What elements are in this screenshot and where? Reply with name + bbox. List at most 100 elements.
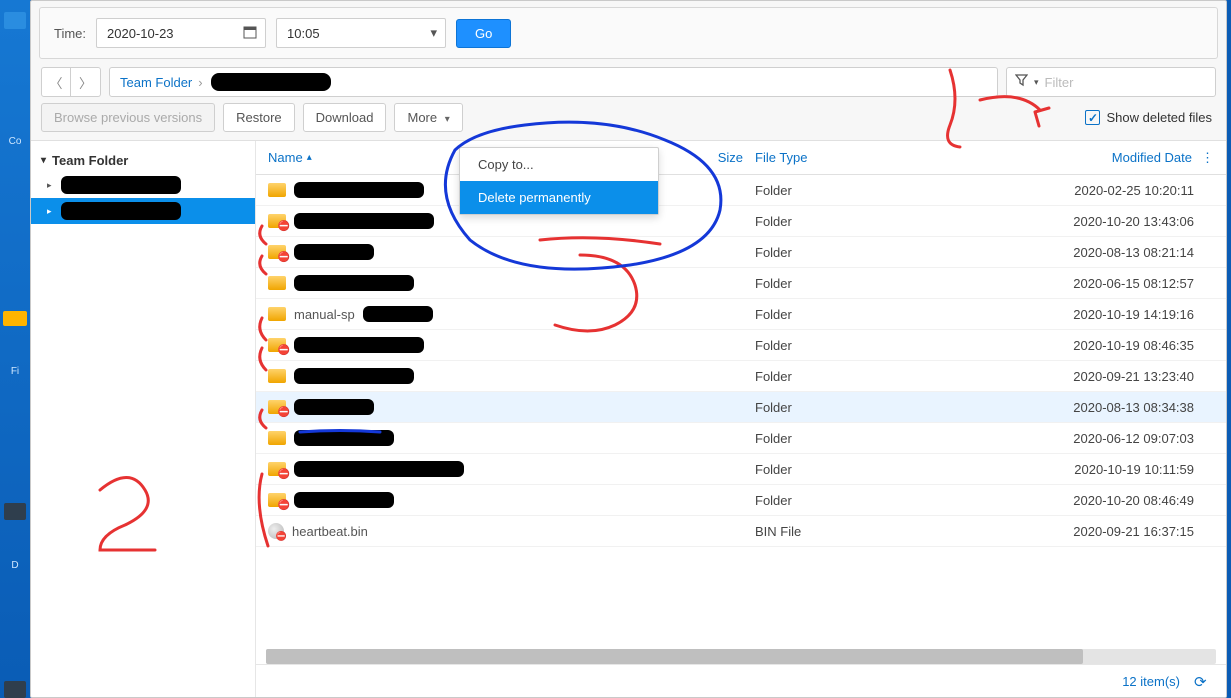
binary-file-icon [268, 523, 284, 539]
table-row[interactable]: Folder2020-06-12 09:07:03 [256, 423, 1226, 454]
row-name-cell [268, 275, 688, 291]
row-modified-cell: 2020-10-20 08:46:49 [993, 493, 1214, 508]
table-row[interactable]: heartbeat.binBIN File2020-09-21 16:37:15 [256, 516, 1226, 547]
table-row[interactable]: manual-spFolder2020-10-19 14:19:16 [256, 299, 1226, 330]
tree-root[interactable]: ▾ Team Folder [31, 149, 255, 172]
table-row[interactable]: Folder2020-10-20 13:43:06 [256, 206, 1226, 237]
row-modified-cell: 2020-10-19 10:11:59 [993, 462, 1214, 477]
table-row[interactable]: Folder2020-10-19 08:46:35 [256, 330, 1226, 361]
more-button[interactable]: More ▾ [394, 103, 462, 132]
forward-button[interactable]: 〉 [71, 67, 101, 97]
row-type-cell: Folder [743, 245, 993, 260]
refresh-icon[interactable]: ⟳ [1194, 673, 1210, 689]
deleted-folder-icon [268, 462, 286, 476]
restore-button[interactable]: Restore [223, 103, 295, 132]
calendar-icon [243, 25, 257, 42]
horizontal-scrollbar[interactable] [266, 649, 1216, 664]
row-name-cell [268, 461, 688, 477]
menu-delete-permanently[interactable]: Delete permanently [460, 181, 658, 214]
show-deleted-toggle[interactable]: ✓ Show deleted files [1085, 110, 1212, 125]
breadcrumb-root[interactable]: Team Folder [120, 75, 192, 90]
redacted-text [294, 275, 414, 291]
column-name-label: Name [268, 150, 303, 165]
folder-icon [268, 369, 286, 383]
redacted-text [294, 461, 464, 477]
go-button[interactable]: Go [456, 19, 511, 48]
row-name-cell [268, 337, 688, 353]
content-area: ▾ Team Folder ▸ ▸ Name ▴ Size File Type … [31, 140, 1226, 697]
taskbar-drive-icon[interactable] [4, 503, 26, 520]
show-deleted-label: Show deleted files [1106, 110, 1212, 125]
item-count: 12 item(s) [1122, 674, 1180, 689]
filter-options-chevron-icon[interactable]: ▾ [1034, 77, 1039, 88]
taskbar-app-icon[interactable] [4, 12, 26, 29]
row-name-cell: heartbeat.bin [268, 523, 688, 539]
row-filename: heartbeat.bin [292, 524, 368, 539]
row-type-cell: Folder [743, 431, 993, 446]
tree-collapse-icon[interactable]: ▾ [41, 155, 46, 166]
row-modified-cell: 2020-09-21 13:23:40 [993, 369, 1214, 384]
column-modified[interactable]: Modified Date [993, 150, 1200, 165]
folder-icon [268, 307, 286, 321]
folder-icon [268, 431, 286, 445]
row-type-cell: Folder [743, 338, 993, 353]
file-version-browser-window: Time: 2020-10-23 10:05 ▾ Go 〈 〉 Team Fol… [30, 0, 1227, 698]
sort-asc-icon: ▴ [307, 152, 312, 163]
redacted-text [294, 368, 414, 384]
row-type-cell: Folder [743, 462, 993, 477]
row-modified-cell: 2020-02-25 10:20:11 [993, 183, 1214, 198]
tree-expand-icon[interactable]: ▸ [47, 206, 52, 217]
history-nav: 〈 〉 [41, 67, 101, 97]
row-name-cell [268, 213, 688, 229]
status-bar: 12 item(s) ⟳ [256, 664, 1226, 697]
redacted-text [294, 213, 434, 229]
menu-copy-to[interactable]: Copy to... [460, 148, 658, 181]
action-toolbar: Browse previous versions Restore Downloa… [31, 103, 1226, 140]
download-button[interactable]: Download [303, 103, 387, 132]
table-row[interactable]: Folder2020-10-20 08:46:49 [256, 485, 1226, 516]
column-size[interactable]: Size [688, 150, 743, 165]
row-modified-cell: 2020-10-20 13:43:06 [993, 214, 1214, 229]
row-type-cell: Folder [743, 183, 993, 198]
tree-node-selected[interactable]: ▸ [31, 198, 255, 224]
row-modified-cell: 2020-10-19 08:46:35 [993, 338, 1214, 353]
row-type-cell: Folder [743, 493, 993, 508]
table-row[interactable]: Folder2020-10-19 10:11:59 [256, 454, 1226, 485]
tree-expand-icon[interactable]: ▸ [47, 180, 52, 191]
tree-node-redacted [61, 202, 181, 220]
scrollbar-thumb[interactable] [266, 649, 1083, 664]
date-picker[interactable]: 2020-10-23 [96, 18, 266, 48]
column-options[interactable]: ⋮ [1200, 150, 1214, 166]
breadcrumb-separator: › [198, 75, 202, 90]
filter-placeholder: Filter [1045, 75, 1074, 90]
column-file-type[interactable]: File Type [743, 150, 993, 165]
taskbar-util-icon[interactable] [4, 681, 26, 698]
tree-node[interactable]: ▸ [31, 172, 255, 198]
table-row[interactable]: Folder2020-08-13 08:21:14 [256, 237, 1226, 268]
table-row[interactable]: Folder2020-08-13 08:34:38 [256, 392, 1226, 423]
column-headers: Name ▴ Size File Type Modified Date ⋮ [256, 141, 1226, 175]
folder-icon [268, 183, 286, 197]
time-picker[interactable]: 10:05 ▾ [276, 18, 446, 48]
checkbox-checked-icon[interactable]: ✓ [1085, 110, 1100, 125]
filter-input[interactable]: ▾ Filter [1006, 67, 1216, 97]
taskbar-folder-icon[interactable] [3, 311, 27, 326]
row-name-cell [268, 399, 688, 415]
table-row[interactable]: Folder2020-02-25 10:20:11 [256, 175, 1226, 206]
tree-root-label: Team Folder [52, 153, 128, 168]
redacted-text [363, 306, 433, 322]
more-label: More [407, 110, 437, 125]
row-modified-cell: 2020-08-13 08:21:14 [993, 245, 1214, 260]
deleted-folder-icon [268, 245, 286, 259]
row-modified-cell: 2020-06-15 08:12:57 [993, 276, 1214, 291]
table-row[interactable]: Folder2020-06-15 08:12:57 [256, 268, 1226, 299]
row-name-cell [268, 244, 688, 260]
redacted-text [294, 430, 394, 446]
more-menu: Copy to... Delete permanently [459, 147, 659, 215]
back-button[interactable]: 〈 [41, 67, 71, 97]
breadcrumb[interactable]: Team Folder › [109, 67, 998, 97]
table-row[interactable]: Folder2020-09-21 13:23:40 [256, 361, 1226, 392]
time-value: 10:05 [287, 26, 320, 41]
row-type-cell: BIN File [743, 524, 993, 539]
redacted-text [294, 244, 374, 260]
